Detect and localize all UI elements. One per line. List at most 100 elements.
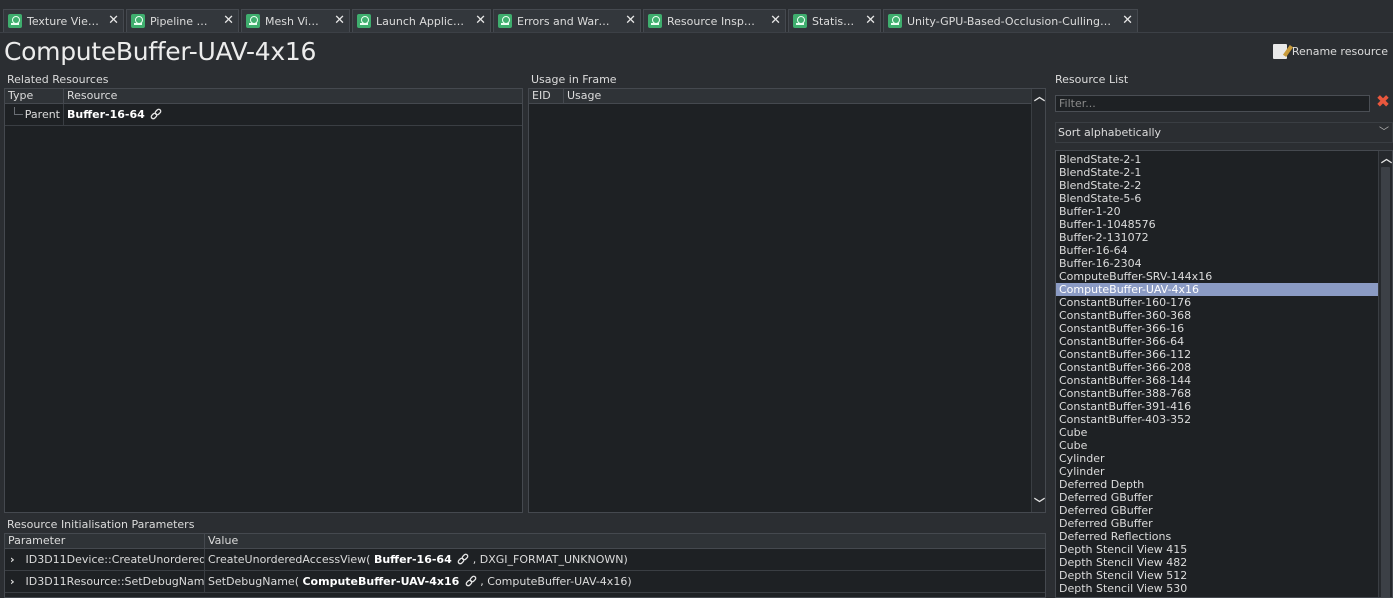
column-header-parameter[interactable]: Parameter [5, 534, 205, 548]
chevron-right-icon[interactable]: › [10, 549, 22, 570]
vertical-scrollbar[interactable]: ︿ ﹀ [1031, 89, 1045, 512]
resource-link[interactable]: Buffer-16-64 [67, 108, 145, 121]
list-item[interactable]: ConstantBuffer-366-112 [1056, 348, 1378, 361]
list-item[interactable]: Cylinder [1056, 465, 1378, 478]
vertical-scrollbar[interactable]: ︿ [1378, 151, 1392, 597]
column-header-eid[interactable]: EID [529, 89, 564, 103]
tree-line [14, 107, 23, 115]
list-item[interactable]: Deferred GBuffer [1056, 517, 1378, 530]
list-item[interactable]: Buffer-2-131072 [1056, 231, 1378, 244]
panel-title: Usage in Frame [531, 73, 617, 86]
rename-label: Rename resource [1291, 45, 1388, 58]
clear-filter-icon[interactable]: ✖ [1375, 94, 1391, 111]
tab-errors-and-warnings[interactable]: Errors and Warnings ✕ [493, 9, 641, 32]
list-item[interactable]: BlendState-2-1 [1056, 166, 1378, 179]
scroll-up-icon[interactable]: ︿ [1034, 91, 1045, 102]
list-item[interactable]: BlendState-2-1 [1056, 153, 1378, 166]
list-item[interactable]: ConstantBuffer-366-208 [1056, 361, 1378, 374]
tab-mesh-viewer[interactable]: Mesh Viewer ✕ [241, 9, 350, 32]
close-icon[interactable]: ✕ [770, 14, 781, 27]
list-item[interactable]: Depth Stencil View 482 [1056, 556, 1378, 569]
column-header-value[interactable]: Value [205, 534, 1045, 548]
column-header-usage[interactable]: Usage [564, 89, 1031, 103]
list-item[interactable]: Deferred Depth [1056, 478, 1378, 491]
value-prefix: SetDebugName( [208, 575, 299, 588]
filter-input[interactable] [1055, 95, 1370, 112]
close-icon[interactable]: ✕ [334, 14, 345, 27]
list-item[interactable]: Cube [1056, 426, 1378, 439]
list-item[interactable]: BlendState-2-2 [1056, 179, 1378, 192]
list-item[interactable]: Cylinder [1056, 452, 1378, 465]
type-value: Parent [24, 108, 60, 121]
resource-link[interactable]: Buffer-16-64 [374, 553, 452, 566]
list-item[interactable]: BlendState-5-6 [1056, 192, 1378, 205]
tab-pipeline-state[interactable]: Pipeline State ✕ [126, 9, 239, 32]
parameter-value: ID3D11Device::CreateUnordered... [25, 553, 205, 566]
close-icon[interactable]: ✕ [223, 14, 234, 27]
window-icon [357, 14, 371, 28]
list-item[interactable]: ConstantBuffer-360-368 [1056, 309, 1378, 322]
list-item[interactable]: Deferred Reflections [1056, 530, 1378, 543]
link-icon[interactable] [150, 108, 162, 120]
table-row[interactable]: Parent Buffer-16-64 [5, 104, 522, 126]
list-item[interactable]: Deferred GBuffer [1056, 491, 1378, 504]
list-item[interactable]: ConstantBuffer-368-144 [1056, 374, 1378, 387]
scroll-down-icon[interactable]: ﹀ [1034, 498, 1045, 509]
related-resources-panel: Related Resources Type Resource Parent B… [4, 73, 523, 513]
sort-dropdown[interactable]: Sort alphabetically ﹀ [1055, 122, 1393, 143]
close-icon[interactable]: ✕ [108, 14, 119, 27]
close-icon[interactable]: ✕ [625, 14, 636, 27]
list-item[interactable]: Deferred GBuffer [1056, 504, 1378, 517]
list-item[interactable]: Buffer-16-64 [1056, 244, 1378, 257]
tab-texture-viewer[interactable]: Texture Viewer ✕ [3, 9, 124, 32]
table-row[interactable]: › ID3D11Resource::SetDebugName SetDebugN… [5, 571, 1045, 593]
tab-label: Unity-GPU-Based-Occlusion-Culling [PID 3… [907, 14, 1113, 28]
list-item[interactable]: ComputeBuffer-UAV-4x16 [1056, 283, 1378, 296]
value-suffix: , DXGI_FORMAT_UNKNOWN) [472, 553, 628, 566]
tab-bar: Texture Viewer ✕ Pipeline State ✕ Mesh V… [0, 9, 1393, 33]
related-resources-table: Type Resource Parent Buffer-16-64 [4, 88, 523, 513]
list-item[interactable]: ConstantBuffer-391-416 [1056, 400, 1378, 413]
scroll-thumb[interactable] [1381, 167, 1390, 597]
usage-table: EID Usage ︿ ﹀ [528, 88, 1046, 513]
scroll-up-icon[interactable]: ︿ [1381, 153, 1392, 164]
list-item[interactable]: Buffer-1-20 [1056, 205, 1378, 218]
list-item[interactable]: Depth Stencil View 530 [1056, 582, 1378, 595]
panel-title: Resource Initialisation Parameters [7, 518, 195, 531]
usage-in-frame-panel: Usage in Frame EID Usage ︿ ﹀ [528, 73, 1046, 513]
init-params-panel: Resource Initialisation Parameters Param… [4, 518, 1046, 598]
window-icon [246, 14, 260, 28]
list-item[interactable]: ConstantBuffer-388-768 [1056, 387, 1378, 400]
list-item[interactable]: Buffer-16-2304 [1056, 257, 1378, 270]
chevron-right-icon[interactable]: › [10, 571, 22, 592]
tab-label: Mesh Viewer [265, 14, 325, 28]
rename-resource-button[interactable]: Rename resource [1272, 44, 1388, 59]
list-item[interactable]: ConstantBuffer-366-64 [1056, 335, 1378, 348]
tab-label: Launch Application [376, 14, 466, 28]
list-item[interactable]: Cube [1056, 439, 1378, 452]
list-item[interactable]: ComputeBuffer-SRV-144x16 [1056, 270, 1378, 283]
window-icon [498, 14, 512, 28]
list-item[interactable]: ConstantBuffer-366-16 [1056, 322, 1378, 335]
column-header-type[interactable]: Type [5, 89, 64, 103]
tab-statistics[interactable]: Statistics ✕ [788, 9, 881, 32]
close-icon[interactable]: ✕ [865, 14, 876, 27]
value-suffix: , ComputeBuffer-UAV-4x16) [480, 575, 632, 588]
list-item[interactable]: Depth Stencil View 415 [1056, 543, 1378, 556]
resource-link[interactable]: ComputeBuffer-UAV-4x16 [302, 575, 459, 588]
tab-launch-application[interactable]: Launch Application ✕ [352, 9, 491, 32]
tab-resource-inspector[interactable]: Resource Inspector ✕ [643, 9, 786, 32]
close-icon[interactable]: ✕ [1122, 14, 1133, 27]
link-icon[interactable] [457, 553, 469, 565]
list-item[interactable]: Depth Stencil View 512 [1056, 569, 1378, 582]
tab-capture[interactable]: Unity-GPU-Based-Occlusion-Culling [PID 3… [883, 9, 1138, 32]
list-item[interactable]: ConstantBuffer-160-176 [1056, 296, 1378, 309]
close-icon[interactable]: ✕ [475, 14, 486, 27]
list-item[interactable]: ConstantBuffer-403-352 [1056, 413, 1378, 426]
tab-label: Statistics [812, 14, 857, 28]
column-header-resource[interactable]: Resource [64, 89, 522, 103]
link-icon[interactable] [465, 575, 477, 587]
list-item[interactable]: Buffer-1-1048576 [1056, 218, 1378, 231]
resource-cell[interactable]: Buffer-16-64 [64, 104, 522, 125]
table-row[interactable]: › ID3D11Device::CreateUnordered... Creat… [5, 549, 1045, 571]
